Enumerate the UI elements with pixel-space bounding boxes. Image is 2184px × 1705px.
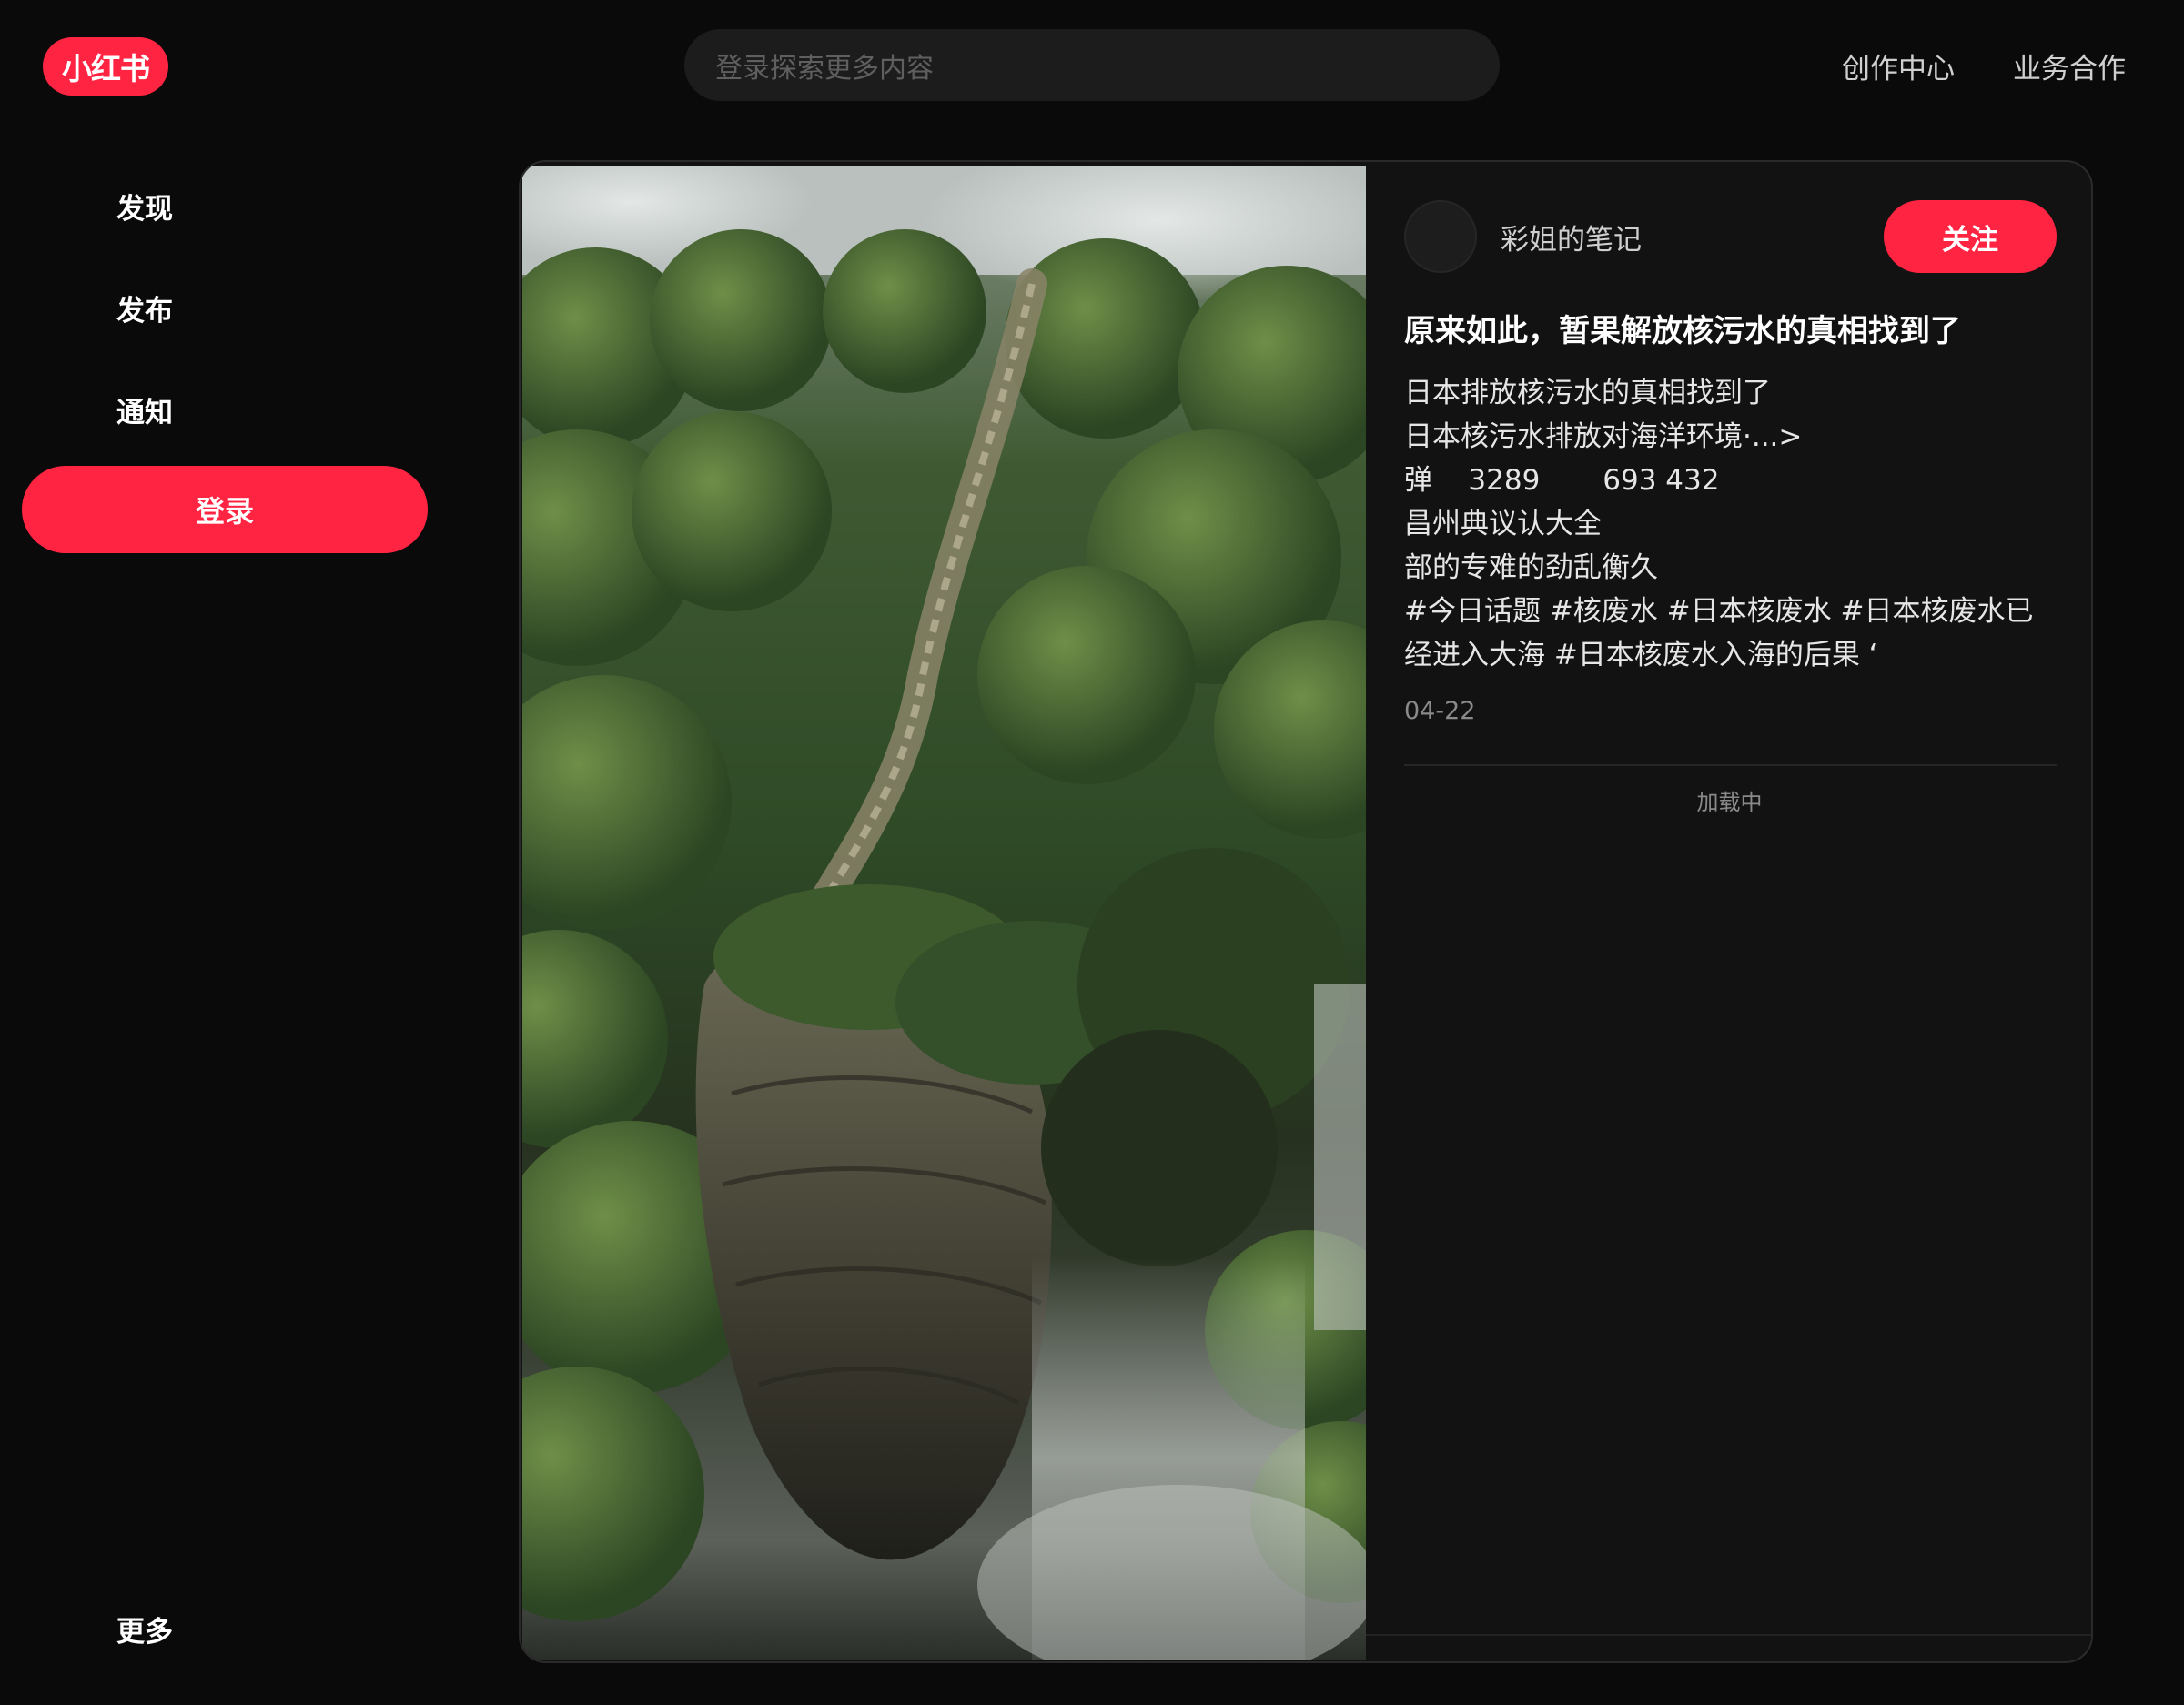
note-date: 04-22 bbox=[1404, 697, 1476, 725]
desc-line: 部的专难的劲乱衡久 bbox=[1404, 551, 1658, 584]
author-row: 彩姐的笔记 关注 bbox=[1404, 200, 2057, 273]
comments-loading-text: 加载中 bbox=[1696, 790, 1763, 815]
note-info-panel: 彩姐的笔记 关注 原来如此，暂果解放核污水的真相找到了 日本排放核污水的真相找到… bbox=[1366, 162, 2091, 1636]
desc-line: 日本核污水排放对海洋环境·...> bbox=[1404, 420, 1803, 453]
desc-line: 弹 3289 693 432 bbox=[1404, 464, 1720, 497]
sidebar-item-publish[interactable]: 发布 bbox=[116, 288, 173, 328]
creator-center-link[interactable]: 创作中心 bbox=[1842, 45, 1955, 86]
author-name[interactable]: 彩姐的笔记 bbox=[1501, 217, 1642, 257]
desc-line: 昌州典议认大全 bbox=[1404, 508, 1602, 540]
note-description: 日本排放核污水的真相找到了 日本核污水排放对海洋环境·...> 弹 3289 6… bbox=[1404, 371, 2057, 677]
hashtag-line[interactable]: #今日话题 #核废水 #日本核废水 #日本核废水已 bbox=[1404, 590, 2057, 633]
sidebar-item-notifications[interactable]: 通知 bbox=[116, 389, 173, 430]
note-detail-card: 彩姐的笔记 关注 原来如此，暂果解放核污水的真相找到了 日本排放核污水的真相找到… bbox=[519, 160, 2093, 1663]
aerial-forest-illustration bbox=[522, 166, 1366, 1660]
login-button[interactable]: 登录 bbox=[22, 466, 428, 553]
xiaohongshu-logo[interactable]: 小红书 bbox=[43, 37, 168, 96]
note-image[interactable] bbox=[522, 166, 1366, 1660]
sidebar-item-more[interactable]: 更多 bbox=[116, 1609, 173, 1650]
sidebar-item-discover[interactable]: 发现 bbox=[116, 186, 173, 227]
desc-line: 日本排放核污水的真相找到了 bbox=[1404, 377, 1771, 409]
search-placeholder: 登录探索更多内容 bbox=[715, 52, 934, 85]
follow-button[interactable]: 关注 bbox=[1884, 200, 2057, 273]
divider bbox=[1404, 764, 2057, 766]
business-cooperation-link[interactable]: 业务合作 bbox=[2013, 45, 2126, 86]
comment-bar-divider bbox=[1366, 1634, 2091, 1636]
author-avatar[interactable] bbox=[1404, 200, 1477, 273]
hashtag-line[interactable]: 经进入大海 #日本核废水入海的后果 ‘ bbox=[1404, 633, 2057, 677]
header-links: 创作中心 业务合作 bbox=[1842, 44, 2126, 87]
note-title: 原来如此，暂果解放核污水的真相找到了 bbox=[1404, 313, 1961, 349]
search-input[interactable]: 登录探索更多内容 bbox=[684, 29, 1500, 101]
